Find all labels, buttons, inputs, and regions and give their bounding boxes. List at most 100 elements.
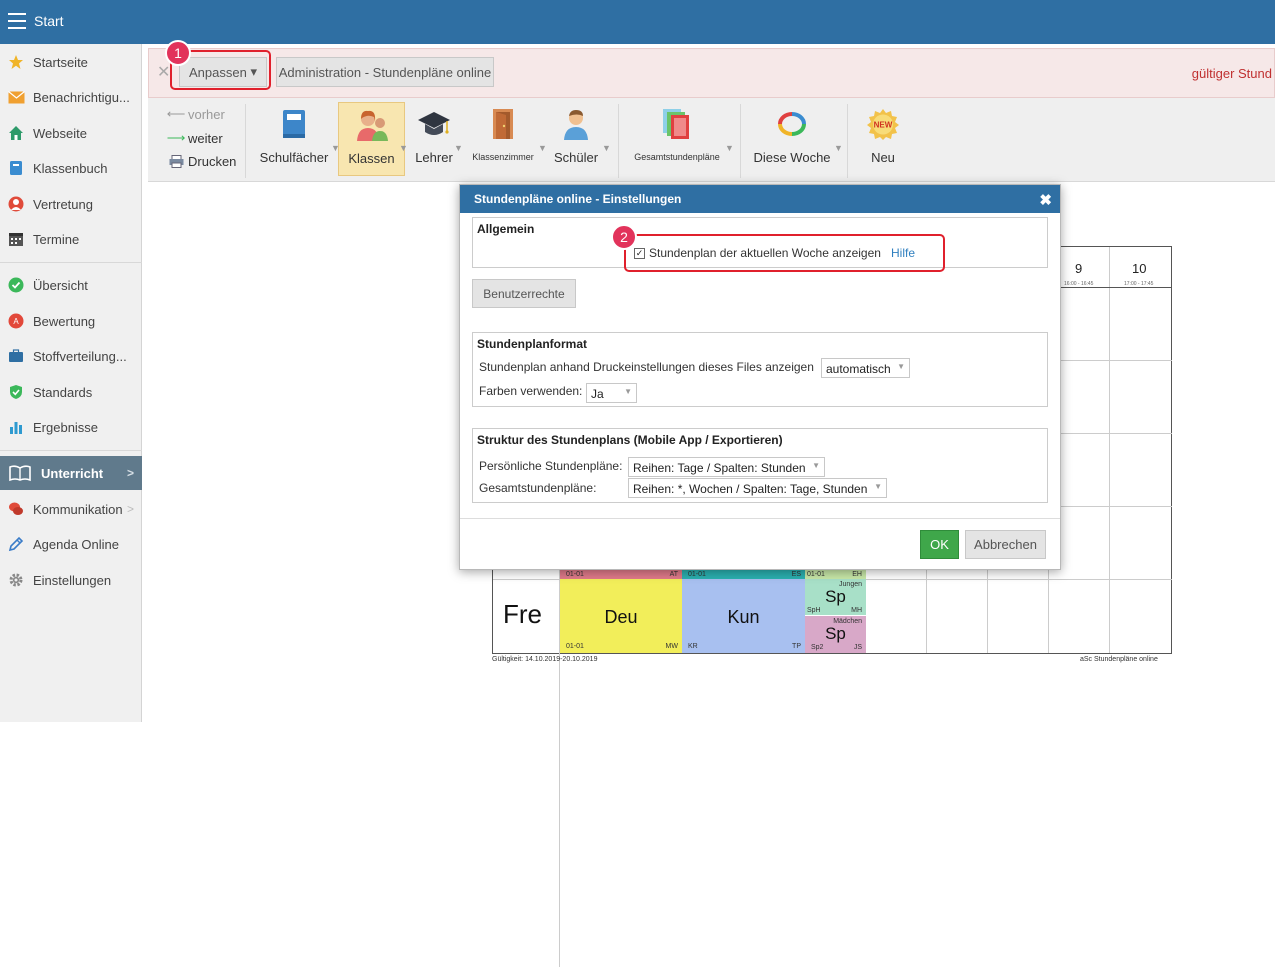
lesson-group: 01-01 xyxy=(807,571,825,578)
nav-previous[interactable]: ⟵ vorher xyxy=(167,106,225,122)
gesamtstundenplaene-button[interactable]: Gesamtstundenpläne xyxy=(630,102,724,176)
administration-label: Administration - Stundenpläne online xyxy=(278,64,492,80)
abbrechen-button[interactable]: Abbrechen xyxy=(965,530,1046,559)
svg-text:A: A xyxy=(13,317,19,326)
dropdown-arrow-icon[interactable]: ▼ xyxy=(538,143,547,153)
app-title[interactable]: Start xyxy=(34,13,64,29)
toolbar-divider xyxy=(245,104,246,178)
top-bar: Start xyxy=(0,0,1275,44)
lesson-teacher-prev: EH xyxy=(852,571,862,578)
sidebar-divider xyxy=(0,262,142,263)
sidebar-item-agenda-online[interactable]: Agenda Online xyxy=(0,527,142,561)
administration-button[interactable]: Administration - Stundenpläne online xyxy=(276,57,494,87)
klassen-label: Klassen xyxy=(348,151,395,166)
gesamt-select[interactable]: Reihen: *, Wochen / Spalten: Tage, Stund… xyxy=(628,478,887,498)
klassenzimmer-button[interactable]: Klassenzimmer xyxy=(466,102,540,176)
lesson-teacher: JS xyxy=(853,644,862,651)
format-select[interactable]: automatisch ▼ xyxy=(821,358,910,378)
lesson-room: Sp2 xyxy=(811,644,824,651)
column-time-9: 16:00 - 16:45 xyxy=(1064,281,1094,287)
persoenlich-value: Reihen: Tage / Spalten: Stunden xyxy=(633,461,806,475)
dropdown-arrow-icon[interactable]: ▼ xyxy=(454,143,463,153)
diese-woche-label: Diese Woche xyxy=(753,150,831,165)
diese-woche-button[interactable]: Diese Woche xyxy=(752,102,832,176)
sidebar-item-stoffverteilung[interactable]: Stoffverteilung... xyxy=(0,339,142,373)
sidebar-item-label: Webseite xyxy=(33,125,87,141)
gesamt-value: Reihen: *, Wochen / Spalten: Tage, Stund… xyxy=(633,482,868,496)
open-book-icon xyxy=(7,464,33,482)
sidebar-item-bewertung[interactable]: A Bewertung xyxy=(0,304,142,338)
software-footer: aSc Stundenpläne online xyxy=(1080,656,1158,663)
sidebar-item-webseite[interactable]: Webseite xyxy=(0,116,142,150)
sidebar-item-label: Kommunikation xyxy=(33,501,123,517)
gear-icon xyxy=(7,571,25,589)
sidebar-item-label: Übersicht xyxy=(33,277,88,293)
settings-dialog: Stundenpläne online - Einstellungen ✖ Al… xyxy=(459,184,1061,570)
lesson-sp-jungen[interactable]: 01-01 EH Jungen Sp SpH MH xyxy=(805,569,866,615)
dropdown-arrow-icon[interactable]: ▼ xyxy=(399,143,408,153)
sidebar-item-ergebnisse[interactable]: Ergebnisse xyxy=(0,410,142,444)
sidebar-item-label: Bewertung xyxy=(33,313,96,329)
nav-next[interactable]: ⟶ weiter xyxy=(167,130,223,146)
schulfaecher-button[interactable]: Schulfächer xyxy=(256,102,332,176)
lesson-teacher: MH xyxy=(851,607,862,614)
sidebar-item-kommunikation[interactable]: Kommunikation > xyxy=(0,492,142,526)
lesson-kun[interactable]: 01-01 ES Kun KR TP xyxy=(682,569,805,653)
sidebar-item-termine[interactable]: Termine xyxy=(0,222,142,256)
ok-button[interactable]: OK xyxy=(920,530,959,559)
farben-label: Farben verwenden: xyxy=(479,384,583,398)
lesson-subject: Deu xyxy=(604,607,638,627)
format-section: Stundenplanformat Stundenplan anhand Dru… xyxy=(472,332,1048,407)
sidebar-item-label: Vertretung xyxy=(33,196,93,212)
persoenlich-label: Persönliche Stundenpläne: xyxy=(479,459,623,473)
lesson-teacher: TP xyxy=(792,643,801,650)
column-header-9: 9 xyxy=(1075,261,1083,276)
sidebar-item-klassenbuch[interactable]: Klassenbuch xyxy=(0,151,142,185)
class-people-icon xyxy=(355,107,389,143)
sidebar-item-standards[interactable]: Standards xyxy=(0,375,142,409)
close-icon[interactable]: ✖ xyxy=(1039,191,1052,209)
grid-line xyxy=(1048,287,1172,288)
grade-icon: A xyxy=(7,312,25,330)
dialog-title: Stundenpläne online - Einstellungen xyxy=(474,192,682,206)
validity-footer: Gültigkeit: 14.10.2019-20.10.2019 xyxy=(492,656,598,663)
dropdown-arrow-icon[interactable]: ▼ xyxy=(602,143,611,153)
sidebar-item-benachrichtigungen[interactable]: Benachrichtigu... xyxy=(0,80,142,114)
toolbar-divider xyxy=(740,104,741,178)
dialog-header: Stundenpläne online - Einstellungen ✖ xyxy=(460,185,1060,213)
annotation-badge-1: 1 xyxy=(165,40,191,66)
lesson-deu[interactable]: 01-01 AT Deu 01-01 MW xyxy=(560,569,682,653)
sidebar-item-uebersicht[interactable]: Übersicht xyxy=(0,268,142,302)
persoenlich-select[interactable]: Reihen: Tage / Spalten: Stunden ▼ xyxy=(628,457,825,477)
toolbar: ⟵ vorher ⟶ weiter Drucken Schulfächer ▼ Kl… xyxy=(148,98,1275,182)
hamburger-menu-icon[interactable] xyxy=(8,13,26,29)
sidebar-item-einstellungen[interactable]: Einstellungen xyxy=(0,563,142,597)
benutzerrechte-label: Benutzerrechte xyxy=(483,286,565,301)
sidebar-item-vertretung[interactable]: Vertretung xyxy=(0,187,142,221)
lehrer-button[interactable]: Lehrer xyxy=(412,102,456,176)
ok-label: OK xyxy=(930,537,949,552)
print-button[interactable]: Drucken xyxy=(168,154,236,169)
annotation-badge-2: 2 xyxy=(611,224,637,250)
grid-line xyxy=(1048,506,1172,507)
dropdown-arrow-icon[interactable]: ▼ xyxy=(725,143,734,153)
printer-icon xyxy=(168,155,184,168)
klassen-button[interactable]: Klassen xyxy=(338,102,405,176)
toolbar-divider xyxy=(847,104,848,178)
dropdown-arrow-icon[interactable]: ▼ xyxy=(834,143,843,153)
chevron-right-icon: > xyxy=(126,466,134,480)
sidebar-item-unterricht[interactable]: Unterricht > xyxy=(0,456,142,490)
banner: ✕ Anpassen ▾ Administration - Stundenplä… xyxy=(148,48,1275,98)
schueler-button[interactable]: Schüler xyxy=(550,102,602,176)
notebook-icon xyxy=(282,106,306,142)
person-icon xyxy=(7,195,25,213)
benutzerrechte-button[interactable]: Benutzerrechte xyxy=(472,279,576,308)
sidebar-item-label: Stoffverteilung... xyxy=(33,348,127,364)
sidebar-item-startseite[interactable]: Startseite xyxy=(0,45,142,79)
sidebar-item-label: Ergebnisse xyxy=(33,419,99,435)
neu-button[interactable]: NEW Neu xyxy=(862,102,904,176)
farben-select[interactable]: Ja ▼ xyxy=(586,383,637,403)
lesson-sp-maedchen[interactable]: Mädchen Sp Sp2 JS xyxy=(805,616,866,653)
lesson-teacher: MW xyxy=(665,643,678,650)
graduation-cap-icon xyxy=(417,106,451,142)
